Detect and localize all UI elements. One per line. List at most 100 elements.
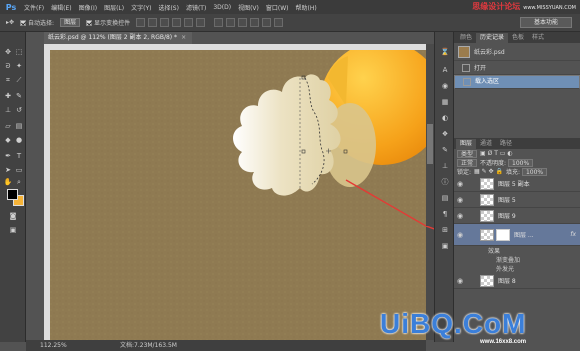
magic-wand-tool-icon[interactable]: ✦ bbox=[14, 62, 24, 71]
screen-mode-icon[interactable]: ▣ bbox=[8, 226, 18, 235]
tab-styles[interactable]: 样式 bbox=[528, 33, 548, 43]
fx-icon[interactable]: fx bbox=[570, 231, 576, 238]
path-selection-tool-icon[interactable]: ➤ bbox=[3, 166, 13, 175]
menu-3d[interactable]: 3D(D) bbox=[213, 4, 231, 11]
pen-tool-icon[interactable]: ✒ bbox=[3, 152, 13, 161]
filter-icons[interactable]: ▣ Ø T ▭ ◐ bbox=[480, 150, 513, 157]
align-left-button[interactable] bbox=[172, 18, 182, 27]
crop-tool-icon[interactable]: ⌗ bbox=[3, 76, 13, 85]
align-top-button[interactable] bbox=[136, 18, 146, 27]
distribute-bottom-button[interactable] bbox=[238, 18, 248, 27]
marquee-tool-icon[interactable]: ⬚ bbox=[14, 48, 24, 57]
dodge-tool-icon[interactable]: ● bbox=[14, 136, 24, 145]
effects-header[interactable]: 效果 bbox=[454, 246, 580, 255]
lock-icons[interactable]: ▦ ✎ ✥ 🔒 bbox=[474, 168, 503, 175]
tab-history[interactable]: 历史记录 bbox=[476, 33, 509, 43]
brush-preset-icon[interactable]: ✎ bbox=[440, 146, 450, 155]
menu-type[interactable]: 文字(Y) bbox=[131, 3, 151, 12]
eye-icon[interactable]: ◉ bbox=[454, 212, 466, 220]
tab-color[interactable]: 颜色 bbox=[456, 33, 476, 43]
eyedropper-tool-icon[interactable]: ⟋ bbox=[14, 76, 24, 85]
move-tool-icon[interactable]: ✥ bbox=[3, 48, 13, 57]
gradient-tool-icon[interactable]: ▤ bbox=[14, 122, 24, 131]
eraser-tool-icon[interactable]: ▱ bbox=[3, 122, 13, 131]
menu-layer[interactable]: 图层(L) bbox=[104, 3, 124, 12]
auto-select-option[interactable]: 自动选择: bbox=[20, 18, 54, 27]
layer-row-selected[interactable]: ◉ 图层 ... fx bbox=[454, 224, 580, 246]
menu-select[interactable]: 选择(S) bbox=[158, 3, 179, 12]
layer-mask-thumbnail[interactable] bbox=[496, 228, 510, 241]
tab-layers[interactable]: 图层 bbox=[456, 139, 477, 149]
eye-icon[interactable]: ◉ bbox=[454, 196, 466, 204]
blur-tool-icon[interactable]: ◆ bbox=[3, 136, 13, 145]
menu-image[interactable]: 图像(I) bbox=[79, 3, 97, 12]
history-step[interactable]: 打开 bbox=[454, 61, 580, 75]
zoom-tool-icon[interactable]: ⌕ bbox=[14, 178, 24, 187]
quick-mask-icon[interactable]: ◙ bbox=[8, 212, 18, 221]
align-bottom-button[interactable] bbox=[160, 18, 170, 27]
layer-comps-icon[interactable]: ▣ bbox=[440, 242, 450, 251]
align-vcenter-button[interactable] bbox=[148, 18, 158, 27]
align-right-button[interactable] bbox=[196, 18, 206, 27]
opacity-field[interactable]: 100% bbox=[508, 158, 534, 167]
history-brush-tool-icon[interactable]: ↺ bbox=[14, 106, 24, 115]
distribute-left-button[interactable] bbox=[250, 18, 260, 27]
layer-row[interactable]: ◉ 图层 9 bbox=[454, 208, 580, 224]
canvas[interactable] bbox=[50, 50, 426, 340]
swatches-icon[interactable]: ▦ bbox=[440, 98, 450, 107]
show-transform-option[interactable]: 显示变换控件 bbox=[86, 18, 130, 27]
menu-view[interactable]: 视图(V) bbox=[238, 3, 259, 12]
type-tool-icon[interactable]: T bbox=[14, 152, 24, 161]
vertical-scrollbar[interactable] bbox=[426, 44, 434, 340]
distribute-hcenter-button[interactable] bbox=[262, 18, 272, 27]
layer-row[interactable]: ◉ 图层 5 bbox=[454, 192, 580, 208]
eye-icon[interactable]: ◉ bbox=[454, 277, 466, 285]
menu-file[interactable]: 文件(F) bbox=[24, 3, 44, 12]
styles-icon[interactable]: ❖ bbox=[440, 130, 450, 139]
healing-brush-tool-icon[interactable]: ✚ bbox=[3, 92, 13, 101]
distribute-right-button[interactable] bbox=[274, 18, 284, 27]
fill-field[interactable]: 100% bbox=[521, 167, 548, 176]
layer-row[interactable]: ◉ 图层 5 副本 bbox=[454, 176, 580, 192]
workspace-switcher[interactable]: 基本功能 bbox=[520, 17, 572, 28]
eye-icon[interactable]: ◉ bbox=[454, 231, 466, 239]
color-wheel-icon[interactable]: ◉ bbox=[440, 82, 450, 91]
properties-icon[interactable]: ▤ bbox=[440, 194, 450, 203]
hand-tool-icon[interactable]: ✋ bbox=[3, 178, 13, 187]
clone-source-icon[interactable]: ⊥ bbox=[440, 162, 450, 171]
adjustments-icon[interactable]: ◐ bbox=[440, 114, 450, 123]
distribute-top-button[interactable] bbox=[214, 18, 224, 27]
menu-edit[interactable]: 编辑(E) bbox=[51, 3, 71, 12]
lasso-tool-icon[interactable]: ᘐ bbox=[3, 62, 13, 71]
character-icon[interactable]: A bbox=[440, 66, 450, 75]
layer-row[interactable]: ◉ 图层 8 bbox=[454, 273, 580, 289]
menu-filter[interactable]: 滤镜(T) bbox=[186, 3, 206, 12]
menu-window[interactable]: 窗口(W) bbox=[266, 3, 289, 12]
effect-gradient-overlay[interactable]: 渐变叠加 bbox=[454, 255, 580, 264]
tab-paths[interactable]: 路径 bbox=[496, 139, 516, 149]
document-tab[interactable]: 纸云彩.psd @ 112% (图层 2 副本 2, RGB/8) * × bbox=[44, 32, 192, 44]
scrollbar-thumb[interactable] bbox=[427, 124, 433, 164]
foreground-color-swatch[interactable] bbox=[7, 189, 18, 200]
clone-stamp-tool-icon[interactable]: ⊥ bbox=[3, 106, 13, 115]
close-icon[interactable]: × bbox=[181, 34, 186, 41]
effect-outer-glow[interactable]: 外发光 bbox=[454, 264, 580, 273]
navigator-icon[interactable]: ⊞ bbox=[440, 226, 450, 235]
align-hcenter-button[interactable] bbox=[184, 18, 194, 27]
move-tool-icon[interactable]: ▸✥ bbox=[6, 19, 14, 26]
distribute-vcenter-button[interactable] bbox=[226, 18, 236, 27]
history-snapshot[interactable]: 纸云彩.psd bbox=[454, 43, 580, 61]
zoom-level[interactable]: 112.25% bbox=[26, 340, 70, 351]
history-icon[interactable]: ⌛ bbox=[440, 48, 450, 57]
info-icon[interactable]: ⓘ bbox=[440, 178, 450, 187]
shape-tool-icon[interactable]: ▭ bbox=[14, 166, 24, 175]
show-transform-checkbox[interactable] bbox=[86, 19, 93, 26]
tab-channels[interactable]: 通道 bbox=[476, 139, 496, 149]
paragraph-icon[interactable]: ¶ bbox=[440, 210, 450, 219]
layer-filter-dropdown[interactable]: 类型 bbox=[457, 149, 478, 158]
history-step-selected[interactable]: 载入选区 bbox=[454, 75, 580, 89]
brush-tool-icon[interactable]: ✎ bbox=[14, 92, 24, 101]
auto-select-dropdown[interactable]: 图层 bbox=[60, 18, 81, 27]
menu-help[interactable]: 帮助(H) bbox=[296, 3, 317, 12]
auto-select-checkbox[interactable] bbox=[20, 19, 27, 26]
